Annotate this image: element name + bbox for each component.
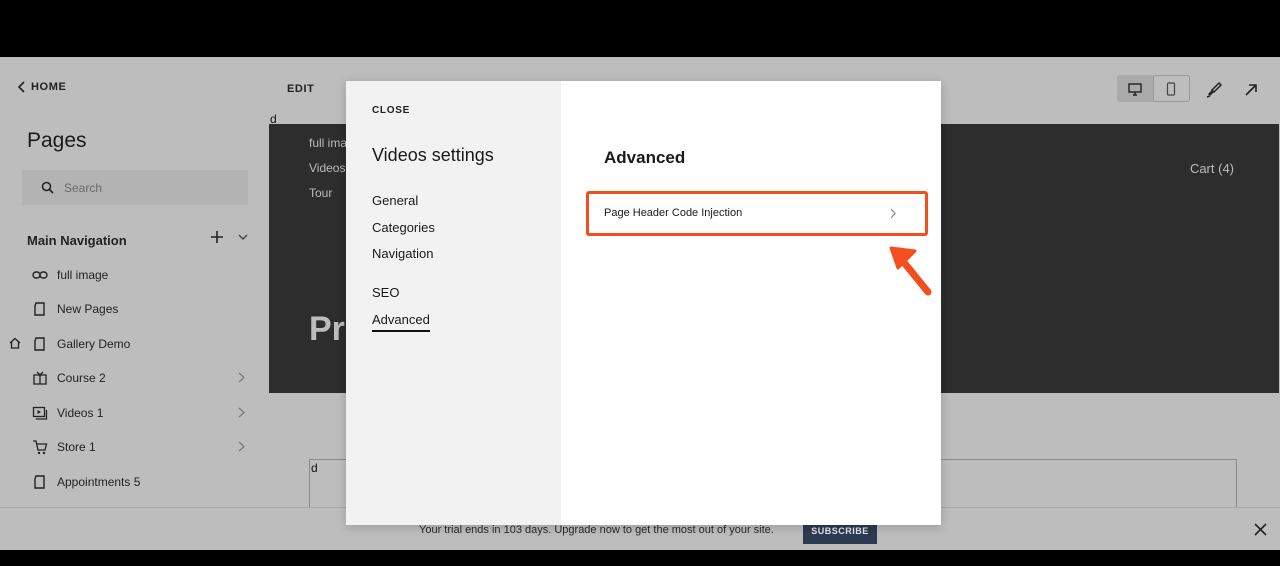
pages-search-input[interactable]: Search xyxy=(22,170,248,205)
sidebar-item-full-image[interactable]: full image xyxy=(31,265,249,285)
hero-nav-link[interactable]: Videos xyxy=(309,161,345,175)
arrow-up-right-icon xyxy=(1245,84,1257,96)
paintbrush-icon xyxy=(1206,81,1223,98)
homepage-icon xyxy=(9,337,21,349)
sidebar-item-store-1[interactable]: Store 1 xyxy=(31,437,249,457)
sidebar-item-gallery-demo[interactable]: Gallery Demo xyxy=(31,334,249,354)
hero-nav-link[interactable]: full ima xyxy=(309,136,347,150)
chevron-right-icon xyxy=(238,441,245,452)
content-block-text: d xyxy=(311,461,318,475)
video-icon xyxy=(31,404,49,422)
menu-item-advanced[interactable]: Advanced xyxy=(372,312,430,332)
section-title: Advanced xyxy=(604,148,686,167)
settings-menu-panel: CLOSE Videos settings General Categories… xyxy=(346,81,561,525)
device-toggle xyxy=(1117,75,1190,102)
sidebar-item-label: Gallery Demo xyxy=(57,337,131,351)
sidebar-item-course-2[interactable]: Course 2 xyxy=(31,368,249,388)
page-icon xyxy=(31,473,49,491)
page-icon xyxy=(31,300,49,318)
setting-label: Page Header Code Injection xyxy=(604,207,743,219)
sidebar-item-label: Store 1 xyxy=(57,440,96,454)
sidebar-item-videos-1[interactable]: Videos 1 xyxy=(31,403,249,423)
sidebar-item-appointments-5[interactable]: Appointments 5 xyxy=(31,472,249,492)
pages-title: Pages xyxy=(27,129,87,152)
close-icon[interactable] xyxy=(1254,523,1267,536)
desktop-icon xyxy=(1128,82,1142,96)
top-black-bar xyxy=(0,0,1280,57)
sidebar-item-label: Course 2 xyxy=(57,371,106,385)
hero-title: Pr xyxy=(309,310,345,348)
sidebar-item-new-pages[interactable]: New Pages xyxy=(31,299,249,319)
chevron-right-icon xyxy=(238,407,245,418)
sidebar-item-label: full image xyxy=(57,268,109,282)
trial-message: Your trial ends in 103 days. Upgrade now… xyxy=(419,524,774,536)
chevron-left-icon xyxy=(17,81,25,93)
cart-icon xyxy=(31,438,49,456)
mobile-icon xyxy=(1167,81,1176,96)
menu-item-navigation[interactable]: Navigation xyxy=(372,246,433,261)
sidebar-item-label: Videos 1 xyxy=(57,406,104,420)
search-placeholder: Search xyxy=(64,180,103,195)
open-site-button[interactable] xyxy=(1242,81,1260,99)
menu-item-categories[interactable]: Categories xyxy=(372,220,435,235)
dialog-title: Videos settings xyxy=(372,145,494,165)
hero-nav-link[interactable]: Tour xyxy=(309,186,332,200)
chevron-right-icon xyxy=(890,208,896,219)
add-page-icon[interactable] xyxy=(211,231,223,243)
menu-item-seo[interactable]: SEO xyxy=(372,285,399,300)
search-icon xyxy=(41,181,54,194)
menu-item-general[interactable]: General xyxy=(372,193,418,208)
chevron-right-icon xyxy=(238,372,245,383)
bottom-black-bar xyxy=(0,550,1280,566)
link-icon xyxy=(31,266,49,284)
annotation-arrow-icon xyxy=(889,246,932,296)
sidebar-item-label: New Pages xyxy=(57,302,119,316)
pages-sidebar: HOME Pages Search Main Navigation full i… xyxy=(0,57,268,550)
sidebar-item-label: Appointments 5 xyxy=(57,475,141,489)
design-button[interactable] xyxy=(1205,81,1223,99)
close-button[interactable]: CLOSE xyxy=(372,105,410,116)
page-icon xyxy=(31,335,49,353)
videos-settings-dialog: CLOSE Videos settings General Categories… xyxy=(346,81,941,525)
mobile-view-button[interactable] xyxy=(1152,75,1190,102)
home-back-link[interactable]: HOME xyxy=(17,81,66,93)
chevron-down-icon[interactable] xyxy=(237,231,249,243)
home-link-label: HOME xyxy=(31,81,67,93)
main-navigation-title: Main Navigation xyxy=(27,233,127,248)
cart-link[interactable]: Cart (4) xyxy=(1190,161,1234,176)
course-icon xyxy=(31,369,49,387)
page-header-code-injection-row[interactable]: Page Header Code Injection xyxy=(586,191,928,236)
edit-button[interactable]: EDIT xyxy=(287,83,314,95)
main-navigation-header: Main Navigation xyxy=(27,231,249,248)
desktop-view-button[interactable] xyxy=(1117,75,1153,102)
